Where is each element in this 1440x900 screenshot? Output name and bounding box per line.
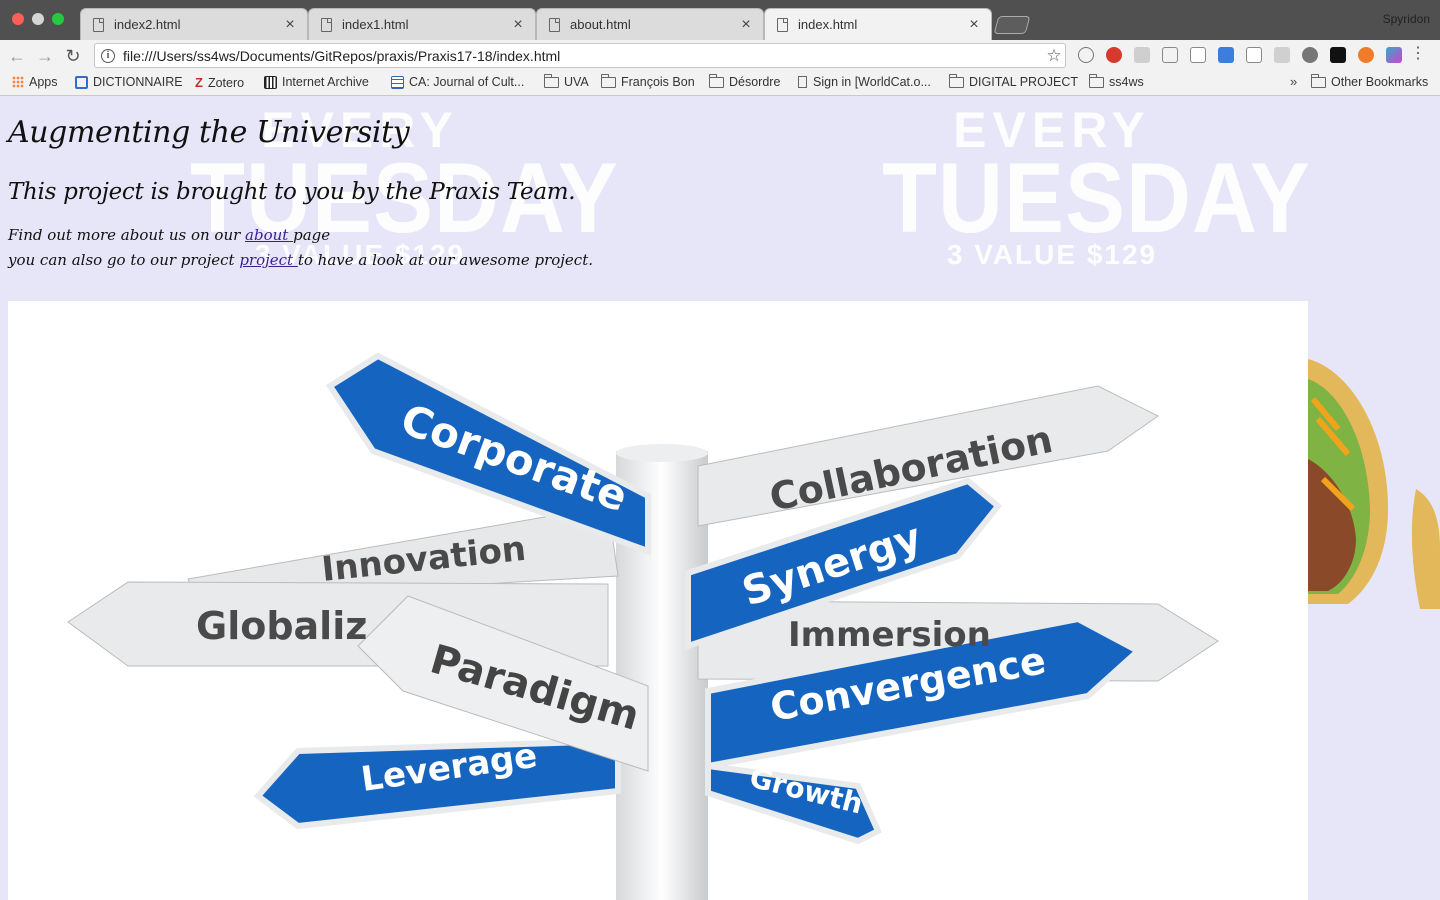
text: to have a look at our awesome project. xyxy=(297,251,593,269)
extension-icon[interactable] xyxy=(1358,47,1374,63)
bookmark-dictionnaire[interactable]: DICTIONNAIRE xyxy=(75,75,183,89)
info-icon[interactable]: i xyxy=(101,48,115,63)
page-subtitle: This project is brought to you by the Pr… xyxy=(8,179,576,205)
bookmark-label: Sign in [WorldCat.o... xyxy=(813,75,931,89)
zotero-icon: Z xyxy=(195,75,203,90)
bookmark-uva[interactable]: UVA xyxy=(544,73,589,89)
tab-label: index2.html xyxy=(114,17,181,32)
tab-label: index.html xyxy=(798,17,858,32)
text: Find out more about us on our xyxy=(8,226,246,244)
pocket-extension-icon[interactable] xyxy=(1078,47,1094,63)
page-title: Augmenting the University xyxy=(8,115,410,150)
extension-icon[interactable] xyxy=(1302,47,1318,63)
lock-extension-icon[interactable] xyxy=(1330,47,1346,63)
folder-icon xyxy=(709,73,724,88)
bookmark-internet-archive[interactable]: Internet Archive xyxy=(264,75,369,89)
forward-arrow-icon[interactable]: → xyxy=(34,45,56,67)
bookmark-ca-journal[interactable]: CA: Journal of Cult... xyxy=(391,75,524,89)
bookmark-francois-bon[interactable]: François Bon xyxy=(601,73,695,89)
folder-icon xyxy=(544,73,559,88)
close-tab-icon[interactable]: × xyxy=(967,16,981,32)
project-link[interactable]: project xyxy=(239,251,298,269)
close-tab-icon[interactable]: × xyxy=(511,16,525,32)
bookmark-label: DICTIONNAIRE xyxy=(93,75,183,89)
cast-extension-icon[interactable] xyxy=(1162,47,1178,63)
sign-text-immersion: Immersion xyxy=(788,615,991,655)
file-icon xyxy=(549,17,560,32)
bookmark-worldcat[interactable]: Sign in [WorldCat.o... xyxy=(798,75,931,89)
archive-icon xyxy=(264,75,277,89)
signpost-illustration: Corporate Collaboration Innovation Syner… xyxy=(67,352,1219,900)
promo-tuesday-text: TUESDAY xyxy=(882,144,1311,254)
tab-index1[interactable]: index1.html × xyxy=(308,8,536,40)
background-promo-image: EVERY TUESDAY 3 VALUE $129 xyxy=(882,101,1311,271)
zoom-window-button[interactable] xyxy=(52,13,64,25)
mail-extension-icon[interactable] xyxy=(1246,47,1262,63)
translate-extension-icon[interactable] xyxy=(1218,47,1234,63)
taco-image xyxy=(1308,359,1440,609)
journal-icon xyxy=(391,75,404,89)
intro-paragraph: Find out more about us on our about page… xyxy=(8,223,593,273)
bookmark-label: Other Bookmarks xyxy=(1331,75,1429,89)
tab-index[interactable]: index.html × xyxy=(764,8,992,40)
text: page xyxy=(293,226,331,244)
apps-grid-icon xyxy=(12,76,24,88)
sign-text-globalization: Globaliz xyxy=(196,604,367,648)
bookmark-zotero[interactable]: Z Zotero xyxy=(195,75,244,90)
hypothesis-extension-icon[interactable] xyxy=(1190,47,1206,63)
folder-icon xyxy=(1089,73,1104,88)
bookmark-star-icon[interactable]: ☆ xyxy=(1043,46,1065,66)
page-viewport: EVERY TUESDAY 3 VALUE $129 EVERY TUESDAY… xyxy=(0,97,1440,900)
folder-icon xyxy=(601,73,616,88)
page-content: Augmenting the University This project i… xyxy=(8,97,593,273)
bookmark-label: DIGITAL PROJECT xyxy=(969,75,1079,89)
bookmark-label: Désordre xyxy=(729,75,781,89)
tab-index2[interactable]: index2.html × xyxy=(80,8,308,40)
folder-icon xyxy=(1311,73,1326,88)
bookmark-ss4ws[interactable]: ss4ws xyxy=(1089,73,1144,89)
address-url[interactable]: file:///Users/ss4ws/Documents/GitRepos/p… xyxy=(123,48,1043,64)
bookmark-label: CA: Journal of Cult... xyxy=(409,75,525,89)
close-tab-icon[interactable]: × xyxy=(283,16,297,32)
browser-toolbar: ← → ↻ i file:///Users/ss4ws/Documents/Gi… xyxy=(0,40,1440,71)
tab-about[interactable]: about.html × xyxy=(536,8,764,40)
back-arrow-icon[interactable]: ← xyxy=(6,45,28,67)
close-window-button[interactable] xyxy=(12,13,24,25)
reload-icon[interactable]: ↻ xyxy=(62,45,84,67)
bookmark-label: Apps xyxy=(29,75,58,89)
bookmarks-overflow-button[interactable]: » xyxy=(1290,74,1297,89)
folder-icon xyxy=(949,73,964,88)
bookmark-label: Zotero xyxy=(207,75,245,90)
bookmark-desordre[interactable]: Désordre xyxy=(709,73,781,89)
document-extension-icon[interactable] xyxy=(1274,47,1290,63)
bookmark-label: Internet Archive xyxy=(282,75,369,89)
new-tab-button[interactable] xyxy=(993,16,1031,34)
extension-icon[interactable] xyxy=(1134,47,1150,63)
bookmark-label: François Bon xyxy=(621,75,695,89)
adblock-extension-icon[interactable] xyxy=(1106,47,1122,63)
file-icon xyxy=(321,17,332,32)
menu-dots-icon[interactable]: ⋮ xyxy=(1410,46,1426,62)
tab-strip: index2.html × index1.html × about.html ×… xyxy=(0,0,1440,40)
extension-icon[interactable] xyxy=(1386,47,1402,63)
dictionary-icon xyxy=(75,75,88,89)
about-link[interactable]: about xyxy=(245,226,293,244)
page-icon xyxy=(798,76,807,88)
bookmark-apps[interactable]: Apps xyxy=(12,75,58,89)
minimize-window-button[interactable] xyxy=(32,13,44,25)
tab-label: about.html xyxy=(570,17,631,32)
file-icon xyxy=(777,17,788,32)
bookmarks-bar: Apps DICTIONNAIRE Z Zotero Internet Arch… xyxy=(0,71,1440,96)
bookmark-other[interactable]: Other Bookmarks xyxy=(1311,73,1429,89)
bookmark-digital-project[interactable]: DIGITAL PROJECT xyxy=(949,73,1079,89)
tab-label: index1.html xyxy=(342,17,409,32)
text: you can also go to our project xyxy=(8,251,240,269)
signpost-image: Corporate Collaboration Innovation Syner… xyxy=(8,301,1308,900)
close-tab-icon[interactable]: × xyxy=(739,16,753,32)
profile-name[interactable]: Spyridon xyxy=(1383,12,1430,26)
bookmark-label: UVA xyxy=(564,75,589,89)
bookmark-label: ss4ws xyxy=(1109,75,1144,89)
file-icon xyxy=(93,17,104,32)
address-bar[interactable]: i file:///Users/ss4ws/Documents/GitRepos… xyxy=(94,43,1066,68)
